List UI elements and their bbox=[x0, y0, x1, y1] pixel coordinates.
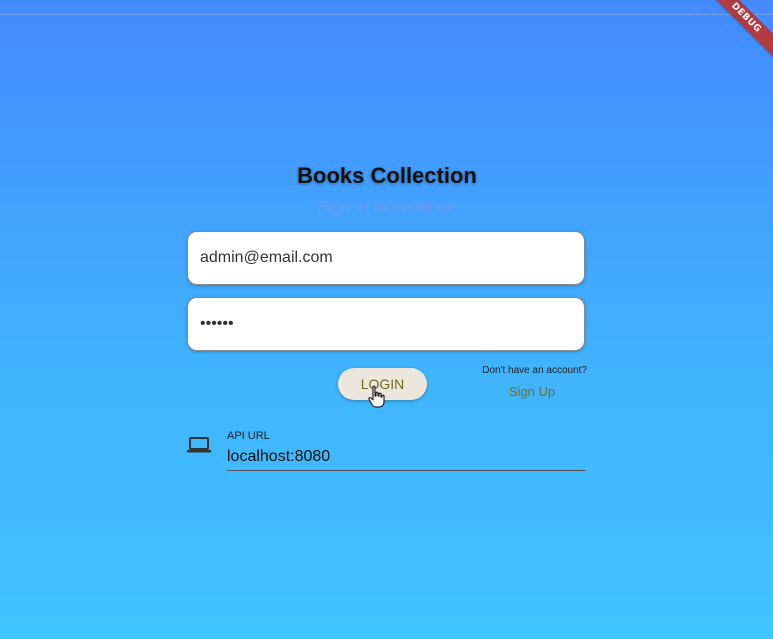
top-divider bbox=[0, 14, 773, 15]
no-account-text: Don't have an account? bbox=[482, 365, 587, 376]
email-field-container bbox=[187, 231, 585, 285]
api-url-input[interactable] bbox=[227, 444, 586, 471]
password-field[interactable] bbox=[188, 298, 584, 350]
laptop-icon bbox=[187, 437, 211, 453]
debug-banner: DEBUG bbox=[701, 0, 773, 63]
page-subtitle: Sign in to continue bbox=[317, 197, 457, 216]
email-field[interactable] bbox=[188, 232, 584, 284]
sign-up-link[interactable]: Sign Up bbox=[494, 384, 570, 399]
page-title: Books Collection bbox=[297, 163, 477, 188]
api-url-label: API URL bbox=[227, 430, 270, 442]
password-field-container bbox=[187, 297, 585, 351]
hand-cursor-icon bbox=[368, 385, 385, 408]
